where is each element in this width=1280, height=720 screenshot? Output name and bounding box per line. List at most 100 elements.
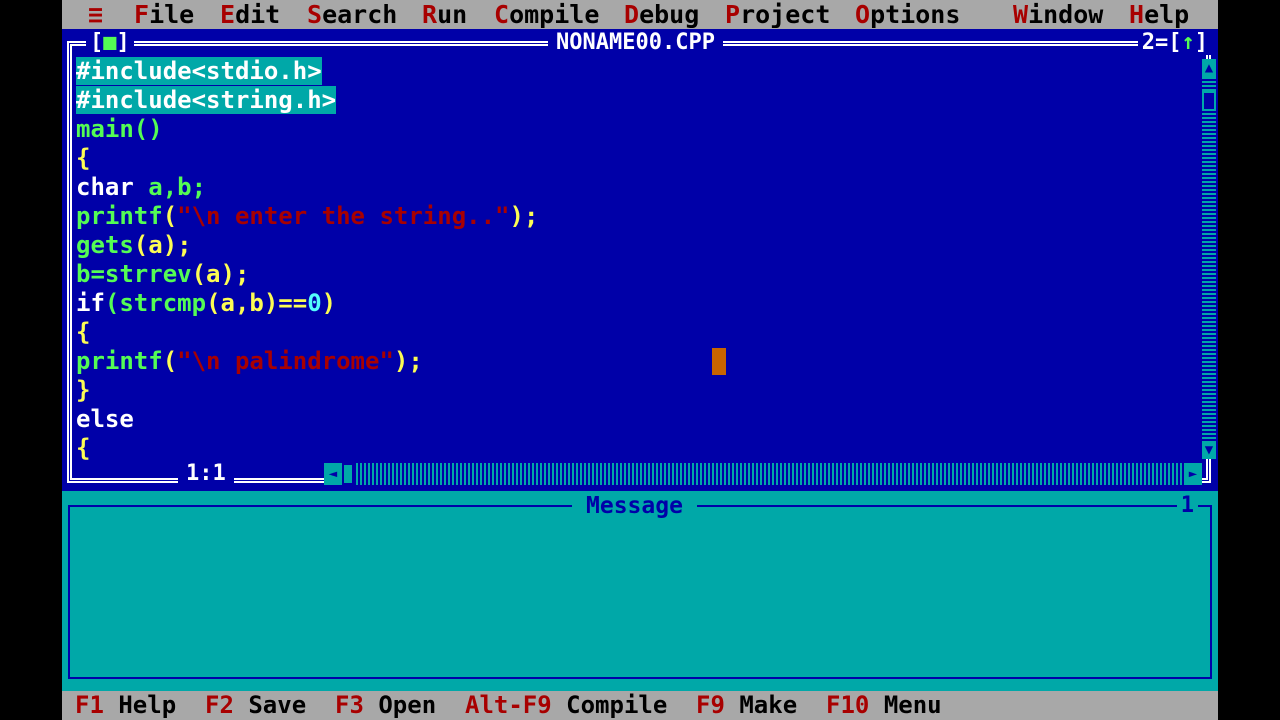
code-text: (a,b)== [206,289,308,317]
zoom-bracket-left: [ [1168,30,1182,55]
menu-run[interactable]: Run [422,0,467,29]
code-keyword: char [76,173,134,201]
status-compile[interactable]: Alt-F9 Compile [465,691,667,720]
code-text: (a); [133,231,192,259]
scroll-down-icon[interactable]: ▼ [1202,441,1216,459]
code-line-11: printf("\n palindrome"); [76,347,423,376]
menu-options-label: ptions [870,0,961,29]
code-brace: } [76,376,91,404]
scroll-up-icon[interactable]: ▲ [1202,59,1216,77]
code-keyword: else [76,405,134,433]
system-menu[interactable]: ≡ [88,0,103,29]
code-paren: ( [162,202,178,230]
status-key: F3 [335,691,364,719]
code-line-12: } [76,376,90,405]
code-function: printf [76,347,163,375]
menu-run-label: un [437,0,468,29]
code-line-14: { [76,434,90,463]
menu-file-label: ile [149,0,195,29]
code-brace: { [76,434,91,462]
code-string: "\n palindrome" [177,347,394,375]
status-key: Alt-F9 [465,691,552,719]
cursor-position: 1:1 [178,461,234,487]
status-key: F10 [826,691,870,719]
code-line-10: { [76,318,90,347]
close-bracket-right: ] [116,30,130,55]
code-line-2: #include<string.h> [76,86,337,115]
menu-project-hotkey: P [725,0,741,29]
code-line-8: b=strrev(a); [76,260,249,289]
menu-debug-label: ebug [639,0,700,29]
zoom-bracket-right: ] [1194,30,1208,55]
menu-options[interactable]: Options [855,0,960,29]
turbo-cpp-ide: ≡ File Edit Search Run Compile Debug Pro… [62,0,1218,720]
menu-file[interactable]: File [134,0,194,29]
status-label: Open [378,691,437,719]
code-line-7: gets(a); [76,231,192,260]
code-line-9: if(strcmp(a,b)==0) [76,289,336,318]
code-keyword: if [76,289,105,317]
code-brace: { [76,318,91,346]
message-title: Message [572,493,697,519]
close-bracket-left: [ [90,30,104,55]
code-text: b=strrev [76,260,192,288]
status-label: Compile [566,691,668,719]
code-include-string: #include<string.h> [76,86,337,114]
menu-window[interactable]: Window [1013,0,1103,29]
code-line-4: { [76,144,90,173]
close-icon: ■ [103,30,117,55]
menu-window-label: indow [1028,0,1104,29]
status-label: Save [248,691,307,719]
scroll-right-icon[interactable]: ► [1184,463,1202,485]
status-bar: F1 Help F2 Save F3 Open Alt-F9 Compile F… [62,691,1218,720]
code-line-5: char a,b; [76,173,206,202]
vertical-scrollbar[interactable]: ▲ ▼ [1202,59,1216,459]
menu-debug[interactable]: Debug [624,0,699,29]
code-paren: ) [321,289,337,317]
menu-search[interactable]: Search [307,0,397,29]
menu-compile[interactable]: Compile [494,0,599,29]
message-window[interactable]: Message 1 [62,491,1218,691]
status-label: Menu [883,691,942,719]
menu-help-label: elp [1144,0,1190,29]
document-title: NONAME00.CPP [548,31,723,55]
vertical-scroll-thumb[interactable] [1202,91,1216,111]
zoom-icon: ↑ [1181,30,1195,55]
code-text: (a); [191,260,250,288]
menu-compile-label: ompile [509,0,600,29]
status-help[interactable]: F1 Help [75,691,176,720]
message-window-number: 1 [1176,493,1198,519]
code-function: gets [76,231,134,259]
status-key: F1 [75,691,104,719]
horizontal-scrollbar[interactable]: ◄ ► [324,463,1202,485]
menu-bar: ≡ File Edit Search Run Compile Debug Pro… [62,0,1218,29]
menu-help[interactable]: Help [1129,0,1189,29]
code-number: 0 [307,289,322,317]
status-menu[interactable]: F10 Menu [826,691,942,720]
menu-help-hotkey: H [1129,0,1145,29]
menu-project[interactable]: Project [725,0,830,29]
menu-edit-hotkey: E [220,0,236,29]
scroll-left-icon[interactable]: ◄ [324,463,342,485]
status-label: Help [118,691,177,719]
code-line-13: else [76,405,134,434]
horizontal-scroll-thumb[interactable] [342,463,354,485]
code-line-6: printf("\n enter the string.."); [76,202,538,231]
code-main: main() [76,115,163,143]
menu-window-hotkey: W [1013,0,1029,29]
window-number-zoom[interactable]: 2=[↑] [1137,30,1212,55]
status-label: Make [739,691,798,719]
code-area[interactable]: #include<stdio.h> #include<string.h> mai… [76,57,1202,462]
code-include-stdio: #include<stdio.h> [76,57,322,85]
menu-file-hotkey: F [134,0,150,29]
status-make[interactable]: F9 Make [696,691,797,720]
menu-edit[interactable]: Edit [220,0,280,29]
menu-project-label: roject [740,0,831,29]
status-save[interactable]: F2 Save [205,691,306,720]
status-open[interactable]: F3 Open [335,691,436,720]
status-key: F9 [696,691,725,719]
close-button[interactable]: [■] [86,31,134,55]
mouse-cursor [712,348,726,375]
window-number: 2 [1141,30,1155,55]
menu-debug-hotkey: D [624,0,640,29]
